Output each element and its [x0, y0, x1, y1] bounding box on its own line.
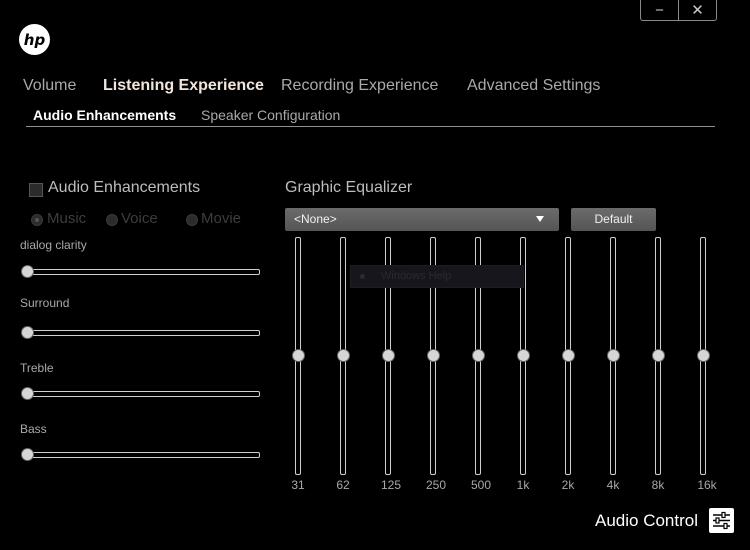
tab-recording-experience[interactable]: Recording Experience [281, 77, 438, 95]
music-radio-label: Music [47, 210, 87, 227]
treble-thumb[interactable] [21, 387, 34, 400]
subtab-speaker-configuration[interactable]: Speaker Configuration [201, 107, 340, 123]
subtab-audio-enhancements[interactable]: Audio Enhancements [33, 107, 176, 123]
close-button[interactable]: ✕ [678, 0, 716, 20]
bass-label: Bass [20, 422, 47, 436]
eq-freq-label: 62 [336, 478, 350, 492]
eq-thumb-1k[interactable] [517, 349, 530, 362]
dialog-clarity-thumb[interactable] [21, 265, 34, 278]
eq-thumb-2k[interactable] [562, 349, 575, 362]
eq-thumb-16k[interactable] [697, 349, 710, 362]
eq-freq-label: 125 [380, 478, 402, 492]
voice-radio-label: Voice [121, 210, 158, 227]
audio-enhancements-label: Audio Enhancements [48, 179, 201, 196]
treble-label: Treble [20, 361, 54, 375]
graphic-equalizer-title: Graphic Equalizer [285, 179, 413, 196]
dropdown-arrow-icon [536, 216, 544, 222]
eq-freq-label: 16k [697, 478, 717, 492]
audio-enhancements-checkbox[interactable] [29, 183, 43, 197]
sliders-icon[interactable] [709, 508, 734, 533]
window-controls: − ✕ [640, 0, 717, 21]
eq-preset-value: <None> [294, 212, 337, 226]
eq-thumb-250[interactable] [427, 349, 440, 362]
eq-freq-label: 4k [606, 478, 620, 492]
eq-thumb-125[interactable] [382, 349, 395, 362]
eq-thumb-62[interactable] [337, 349, 350, 362]
eq-thumb-31[interactable] [292, 349, 305, 362]
eq-thumb-4k[interactable] [607, 349, 620, 362]
surround-thumb[interactable] [21, 326, 34, 339]
svg-text:hp: hp [24, 31, 46, 49]
bass-slider[interactable] [25, 452, 260, 458]
eq-preset-dropdown[interactable]: <None> [285, 208, 559, 231]
audio-control-label: Audio Control [595, 511, 699, 530]
surround-slider[interactable] [25, 330, 260, 336]
tab-advanced-settings[interactable]: Advanced Settings [467, 77, 600, 95]
tab-volume[interactable]: Volume [23, 77, 76, 95]
minimize-button[interactable]: − [641, 0, 678, 20]
eq-thumb-500[interactable] [472, 349, 485, 362]
dialog-clarity-slider[interactable] [25, 269, 260, 275]
surround-label: Surround [20, 296, 70, 310]
default-button[interactable]: Default [571, 208, 656, 231]
treble-slider[interactable] [25, 391, 260, 397]
eq-thumb-8k[interactable] [652, 349, 665, 362]
dialog-clarity-label: dialog clarity [20, 238, 87, 252]
bass-thumb[interactable] [21, 448, 34, 461]
eq-freq-label: 2k [561, 478, 575, 492]
movie-radio[interactable] [186, 214, 198, 226]
eq-freq-label: 500 [470, 478, 492, 492]
eq-freq-label: 8k [651, 478, 665, 492]
eq-freq-label: 31 [291, 478, 305, 492]
voice-radio[interactable] [106, 214, 118, 226]
eq-freq-label: 1k [516, 478, 530, 492]
windows-help-tooltip: Windows Help [350, 265, 524, 288]
eq-freq-label: 250 [425, 478, 447, 492]
movie-radio-label: Movie [201, 210, 242, 227]
tooltip-text: Windows Help [381, 270, 452, 282]
subtab-divider [26, 126, 715, 127]
hp-logo: hp [19, 24, 50, 55]
music-radio[interactable] [31, 214, 43, 226]
tab-listening-experience[interactable]: Listening Experience [103, 77, 264, 95]
